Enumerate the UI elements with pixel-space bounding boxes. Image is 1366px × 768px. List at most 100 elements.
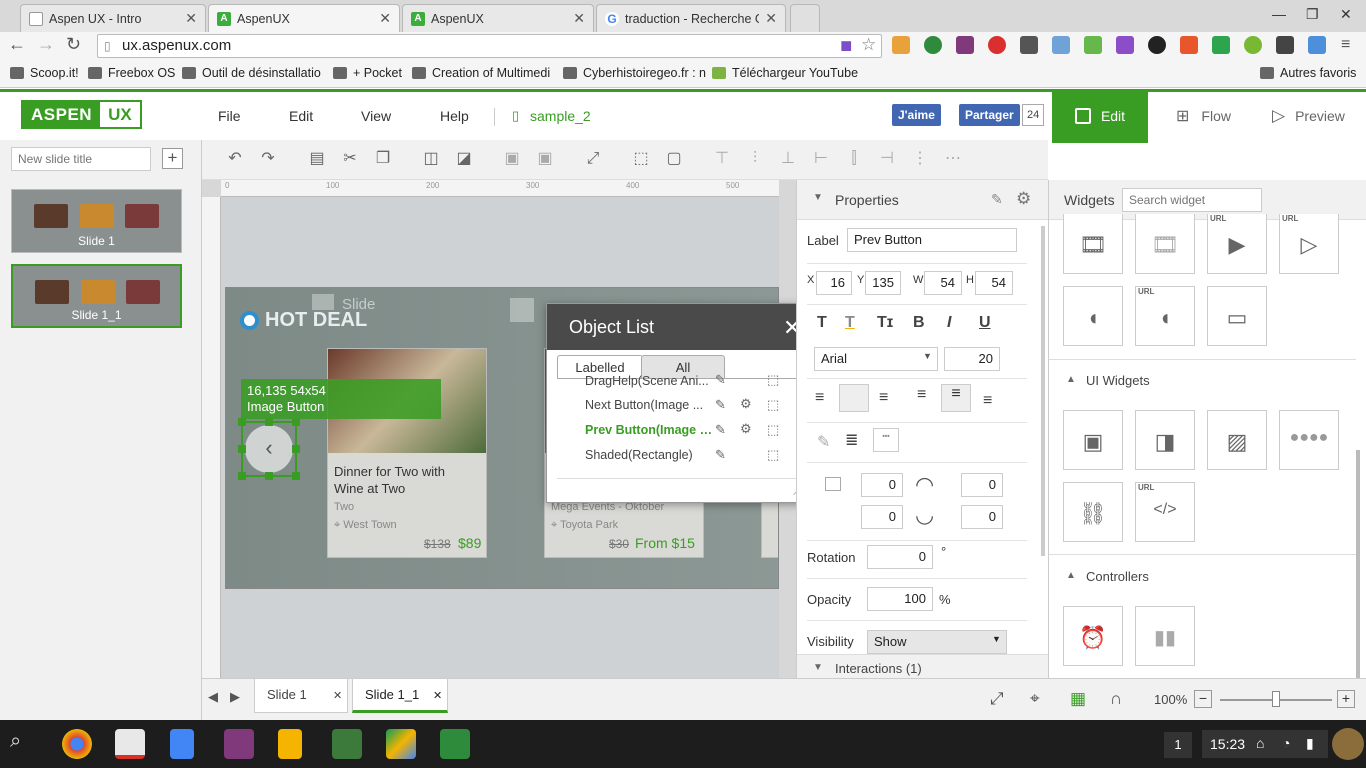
y-input[interactable]: 135 [865,271,901,295]
slide-thumbnail[interactable]: Slide 1 [11,189,182,253]
close-icon[interactable]: ✕ [433,689,442,702]
feedly-icon[interactable] [440,729,470,759]
align-middle-icon[interactable]: ⫶ [745,149,765,169]
link-widget[interactable]: ⛓ [1063,482,1123,542]
gear-icon[interactable]: ⚙ [740,396,752,412]
zoom-out-button[interactable]: − [1194,690,1212,708]
slides-icon[interactable] [278,729,302,759]
image-widget[interactable]: ▨ [1207,410,1267,470]
gear-icon[interactable]: ⚙ [1016,189,1031,209]
valign-bottom-icon[interactable]: ≡ [983,392,992,410]
line-weight-icon[interactable]: ≣ [845,430,858,450]
file-name[interactable]: sample_2 [530,108,591,124]
scrollbar[interactable] [1041,226,1045,556]
browser-tab-aspenux[interactable]: A AspenUX ✕ [402,4,594,32]
pencil-icon[interactable]: ✎ [715,372,726,388]
font-size-input[interactable]: 20 [944,347,1000,371]
bookmark-item[interactable]: Téléchargeur YouTube [712,66,858,80]
close-icon[interactable]: ✕ [185,10,197,27]
zoom-in-button[interactable]: + [1337,690,1355,708]
frame-icon[interactable]: ⬚ [767,447,779,463]
object-list-item[interactable]: Shaded(Rectangle) [585,448,715,462]
notification-count[interactable]: 1 [1164,732,1192,758]
download-extension-icon[interactable] [924,36,942,54]
youtube-widget[interactable]: URL ▶ [1207,214,1267,274]
bold-icon[interactable]: B [913,314,925,332]
group-icon[interactable]: ▣ [502,149,522,169]
interactions-header[interactable]: ▼ Interactions (1) [797,654,1048,678]
menu-help[interactable]: Help [440,108,469,124]
resize-handle[interactable] [265,472,273,480]
bookmark-item[interactable]: Cyberhistoiregeo.fr : n [563,66,706,80]
h-input[interactable]: 54 [975,271,1013,295]
browser-tab-aspenux-active[interactable]: A AspenUX ✕ [208,4,400,32]
extension-icon[interactable] [1180,36,1198,54]
html-embed-widget[interactable]: URL </> [1135,482,1195,542]
back-icon[interactable]: ← [8,34,26,55]
italic-icon[interactable]: I [947,314,951,332]
new-slide-title-input[interactable] [11,147,151,171]
controllers-header[interactable]: ▲ Controllers [1050,569,1149,584]
resize-handle[interactable] [292,445,300,453]
visibility-select[interactable]: Show ▼ [867,630,1007,654]
extension-icon[interactable] [892,36,910,54]
rw-extension-icon[interactable]: ◼ [840,35,852,57]
search-icon[interactable]: ⌕ [10,730,21,753]
align-left-icon[interactable]: ⊢ [811,149,831,169]
redo-icon[interactable]: ↷ [258,149,278,169]
avatar[interactable] [1332,728,1364,760]
corner-radius-input[interactable]: 0 [961,473,1003,497]
gmail-icon[interactable] [115,729,145,759]
bring-forward-icon[interactable]: ◫ [421,149,441,169]
system-tray[interactable]: 15:23 ⌂ ◔ ▮ [1202,730,1328,758]
extension-icon[interactable] [1084,36,1102,54]
bookmark-item[interactable]: + Pocket [333,66,402,80]
close-window-icon[interactable]: ✕ [1340,6,1352,23]
object-list-item-selected[interactable]: Prev Button(Image B... [585,423,715,437]
video-url-widget[interactable]: 🎞 [1135,214,1195,274]
underline-icon[interactable]: U [979,314,991,332]
scrollbar[interactable] [1356,450,1360,678]
copy-icon[interactable]: ❐ [373,149,393,169]
magnet-icon[interactable]: ∩ [1110,689,1122,709]
docs-icon[interactable] [170,729,194,759]
camera-extension-icon[interactable] [1052,36,1070,54]
group-icon[interactable]: ⬚ [767,397,779,413]
star-icon[interactable]: ☆ [861,34,876,56]
ui-widgets-header[interactable]: ▲ UI Widgets [1050,373,1150,388]
resize-handle[interactable] [265,418,273,426]
menu-icon[interactable]: ≡ [1341,36,1350,54]
facebook-like-button[interactable]: J'aime [892,104,941,126]
resize-handle[interactable] [292,472,300,480]
audio-widget[interactable]: ◖ [1063,286,1123,346]
x-input[interactable]: 16 [816,271,852,295]
align-center-icon[interactable]: ⫿ [844,149,864,169]
pencil-icon[interactable]: ✎ [715,447,726,463]
onenote-extension-icon[interactable] [956,36,974,54]
valign-middle-button[interactable]: ≡ [941,384,971,412]
extension-icon[interactable] [1020,36,1038,54]
distribute-horizontal-icon[interactable]: ⋮ [910,149,930,169]
restore-icon[interactable]: ❐ [1306,6,1319,23]
rotation-input[interactable]: 0 [867,545,933,569]
widget-search-input[interactable] [1122,188,1262,212]
valign-top-icon[interactable]: ≡ [917,386,926,404]
mode-flow-button[interactable]: ⊞ Flow [1176,106,1231,126]
fit-icon[interactable]: ⤢ [583,149,603,169]
pencil-icon[interactable]: ✎ [715,422,726,438]
reload-icon[interactable]: ↻ [66,34,81,55]
w-input[interactable]: 54 [924,271,962,295]
extension-icon[interactable] [1308,36,1326,54]
minimize-icon[interactable]: — [1272,6,1286,22]
zoom-slider-thumb[interactable] [1272,691,1280,707]
facebook-share-button[interactable]: Partager [959,104,1020,126]
panel-widget[interactable]: ▣ [1063,410,1123,470]
fit-screen-icon[interactable]: ⤢ [990,689,1004,709]
border-input[interactable]: 0 [861,505,903,529]
object-list-item[interactable]: Next Button(Image ... [585,398,715,412]
gear-icon[interactable]: ⚙ [740,421,752,437]
extension-icon[interactable] [1244,36,1262,54]
bookmark-item[interactable]: Outil de désinstallatio [182,66,321,80]
label-input[interactable]: Prev Button [847,228,1017,252]
scroll-panel-widget[interactable]: ◨ [1135,410,1195,470]
